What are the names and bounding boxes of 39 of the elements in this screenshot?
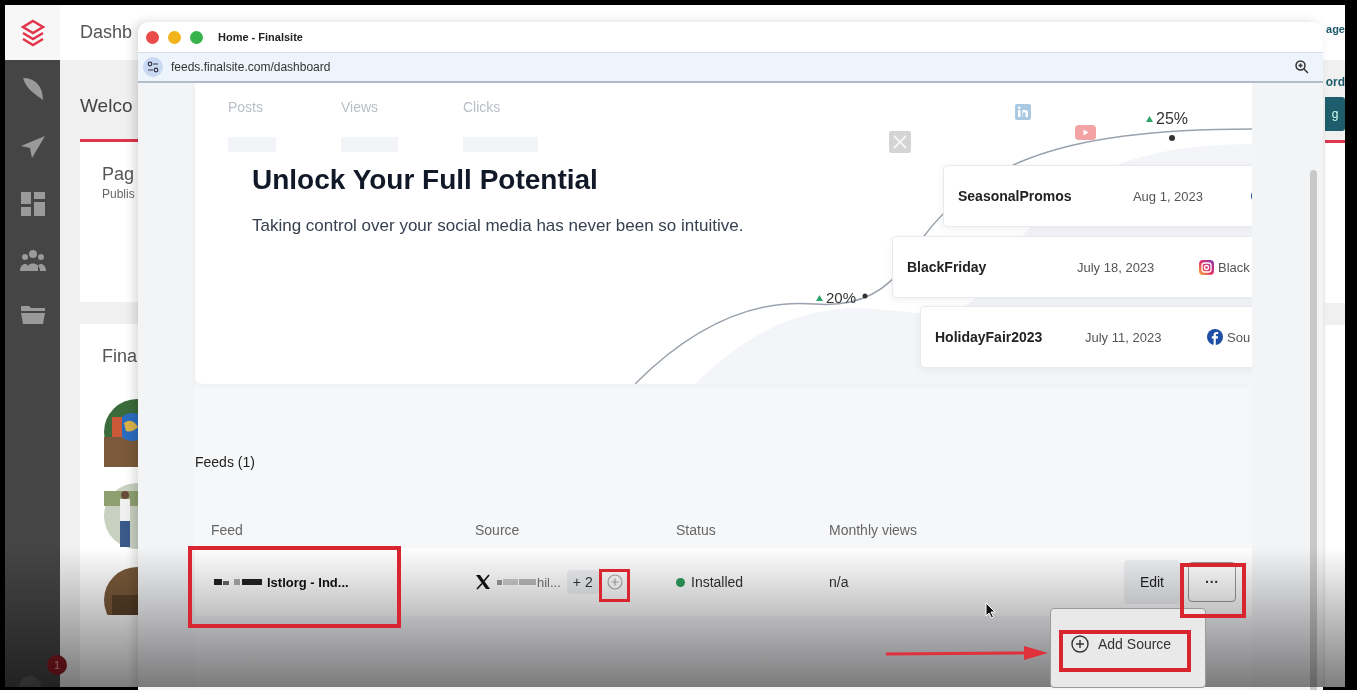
status-text: Installed — [691, 574, 744, 590]
monthly-views: n/a — [829, 574, 849, 590]
growth-percentage: 20% — [826, 289, 857, 306]
stat-label: Posts — [228, 99, 264, 115]
growth-percentage: 25% — [1156, 110, 1189, 128]
column-header: Status — [676, 522, 717, 538]
post-date: July 11, 2023 — [1085, 329, 1163, 345]
link-text[interactable]: ord — [1325, 75, 1345, 89]
post-name: SeasonalPromos — [958, 188, 1073, 204]
post-date: July 18, 2023 — [1077, 259, 1156, 275]
hero-subtitle: Taking control over your social media has never been so intuitive. — [252, 216, 745, 236]
notification-badge: 1 — [47, 655, 67, 675]
address-bar[interactable]: feeds.finalsite.com/dashboard — [138, 52, 1323, 83]
card-title: Pag — [102, 164, 136, 185]
card-title: Fina — [102, 346, 138, 367]
feed-name[interactable]: lstlorg - Ind... — [267, 574, 349, 590]
hero-heading: Unlock Your Full Potential — [252, 164, 598, 196]
window-title: Home - Finalsite — [218, 31, 303, 43]
post-name: HolidayFair2023 — [935, 329, 1044, 345]
stat-label: Clicks — [463, 99, 502, 115]
welcome-heading: Welco — [80, 95, 134, 117]
column-header: Source — [475, 522, 521, 538]
account-name: Sou — [1227, 329, 1251, 345]
edit-button[interactable]: Edit — [1123, 560, 1180, 604]
card-subtitle: Publis — [102, 187, 136, 201]
column-header: Monthly views — [829, 522, 918, 538]
more-button[interactable]: ··· — [1188, 562, 1236, 602]
extra-sources-count: + 2 — [566, 570, 599, 594]
action-button[interactable]: g — [1325, 97, 1345, 131]
source-name: hil... — [537, 574, 561, 590]
page-title: Dashb — [80, 22, 133, 43]
column-header: Feed — [210, 522, 244, 538]
section-title: Feeds (1) — [195, 454, 256, 470]
url-text: feeds.finalsite.com/dashboard — [171, 60, 331, 74]
stat-label: Views — [341, 99, 380, 115]
page-link[interactable]: age — [1326, 23, 1345, 35]
account-name: Black — [1218, 259, 1250, 275]
post-name: BlackFriday — [907, 259, 988, 275]
post-date: Aug 1, 2023 — [1132, 188, 1205, 204]
